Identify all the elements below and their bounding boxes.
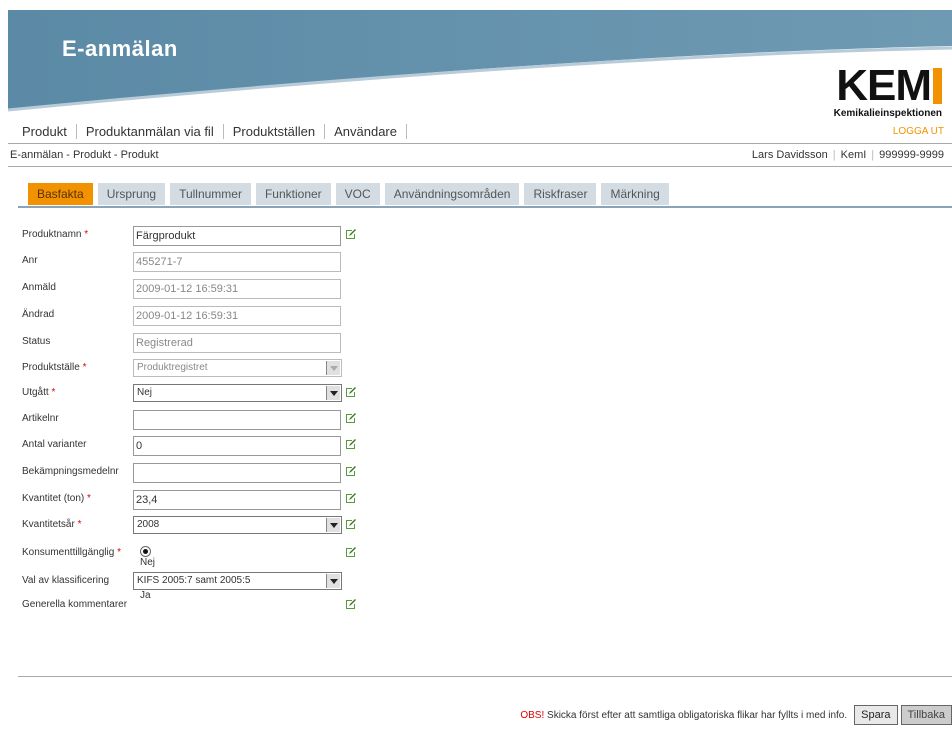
tab-basfakta[interactable]: Basfakta <box>28 183 93 205</box>
produktstalle-value: Produktregistret <box>137 362 208 373</box>
required-mark: * <box>117 547 121 558</box>
bekampningsmedelnr-input[interactable] <box>133 463 341 483</box>
nav-item-produktanmalan-via-fil[interactable]: Produktanmälan via fil <box>76 124 224 139</box>
required-mark: * <box>84 229 89 240</box>
header-banner <box>8 10 952 112</box>
kemi-logo: KEM Kemikalieinspektionen <box>834 64 942 119</box>
label-kvantitet: Kvantitet (ton) <box>22 493 85 504</box>
user-number: 999999-9999 <box>879 149 944 161</box>
logo-word: KEM <box>836 61 932 110</box>
user-org: KemI <box>840 149 867 161</box>
anmald-field: 2009-01-12 16:59:31 <box>133 279 341 299</box>
radio-ja-label: Ja <box>140 590 151 602</box>
klassificering-select[interactable]: KIFS 2005:7 samt 2005:5 <box>133 572 342 590</box>
main-nav: Produkt Produktanmälan via fil Produktstäl… <box>22 124 407 139</box>
logo-subtitle: Kemikalieinspektionen <box>833 108 942 119</box>
tab-underline <box>18 206 952 208</box>
edit-icon[interactable] <box>344 385 358 399</box>
label-utgatt: Utgått <box>22 387 49 398</box>
tab-tullnummer[interactable]: Tullnummer <box>170 183 251 205</box>
required-mark: * <box>87 493 91 504</box>
edit-icon[interactable] <box>344 597 358 611</box>
required-mark: * <box>77 519 82 530</box>
nav-item-produkt[interactable]: Produkt <box>22 124 77 139</box>
page-header: E-anmälan KEM Kemikalieinspektionen <box>8 10 952 120</box>
obs-label: OBS! <box>520 709 545 721</box>
tab-ursprung[interactable]: Ursprung <box>97 183 166 205</box>
save-button[interactable]: Spara <box>854 705 898 725</box>
antal-varianter-input[interactable]: 0 <box>133 436 341 456</box>
label-anr: Anr <box>22 255 38 266</box>
label-anmald: Anmäld <box>22 282 56 293</box>
kvantitet-input[interactable]: 23,4 <box>133 490 341 510</box>
edit-icon[interactable] <box>344 227 358 241</box>
tab-anvandningsomraden[interactable]: Användningsområden <box>384 183 520 205</box>
label-antal-varianter: Antal varianter <box>22 439 87 450</box>
label-kommentarer: Generella kommentarer <box>22 599 128 610</box>
edit-icon[interactable] <box>344 517 358 531</box>
logo-orange-bar <box>933 68 942 104</box>
tab-voc[interactable]: VOC <box>335 183 380 205</box>
produktstalle-select: Produktregistret <box>133 359 342 377</box>
klassificering-value: KIFS 2005:7 samt 2005:5 <box>137 575 251 586</box>
logout-link[interactable]: LOGGA UT <box>893 126 944 137</box>
andrad-field: 2009-01-12 16:59:31 <box>133 306 341 326</box>
utgatt-select[interactable]: Nej <box>133 384 342 402</box>
nav-item-produktstallen[interactable]: Produktställen <box>223 124 326 139</box>
chevron-down-icon[interactable] <box>326 386 340 400</box>
label-andrad: Ändrad <box>22 309 55 320</box>
radio-nej-label: Nej <box>140 557 156 569</box>
edit-icon[interactable] <box>344 437 358 451</box>
edit-icon[interactable] <box>344 411 358 425</box>
label-produktnamn: Produktnamn <box>22 229 82 240</box>
label-produktstalle: Produktställe <box>22 362 80 373</box>
anr-field: 455271-7 <box>133 252 341 272</box>
label-artikelnr: Artikelnr <box>22 413 59 424</box>
chevron-down-icon <box>326 361 340 375</box>
back-button[interactable]: Tillbaka <box>900 705 952 725</box>
label-bekampningsmedelnr: Bekämpningsmedelnr <box>22 466 119 477</box>
label-konsumenttillganglig: Konsumenttillgänglig <box>22 547 115 558</box>
label-status: Status <box>22 336 51 347</box>
utgatt-value: Nej <box>137 387 153 398</box>
label-klassificering: Val av klassificering <box>22 575 110 586</box>
radio-nej[interactable] <box>140 546 151 557</box>
tab-markning[interactable]: Märkning <box>601 183 669 205</box>
chevron-down-icon[interactable] <box>326 574 340 588</box>
produktnamn-input[interactable]: Färgprodukt <box>133 226 341 246</box>
tab-funktioner[interactable]: Funktioner <box>255 183 331 205</box>
kvantitetsar-select[interactable]: 2008 <box>133 516 342 534</box>
footer-bar: OBS! Skicka först efter att samtliga obl… <box>520 705 952 725</box>
status-field: Registrerad <box>133 333 341 353</box>
required-mark: * <box>51 387 56 398</box>
required-mark: * <box>82 362 87 373</box>
tab-bar: Basfakta Ursprung Tullnummer Funktioner … <box>28 183 674 205</box>
user-info: Lars Davidsson | KemI | 999999-9999 <box>751 149 944 161</box>
tab-riskfraser[interactable]: Riskfraser <box>524 183 597 205</box>
note-text: Skicka först efter att samtliga obligato… <box>544 709 848 721</box>
edit-icon[interactable] <box>344 545 358 559</box>
divider <box>8 143 952 144</box>
edit-icon[interactable] <box>344 464 358 478</box>
footer-divider <box>18 676 952 677</box>
artikelnr-input[interactable] <box>133 410 341 430</box>
submit-note: OBS! Skicka först efter att samtliga obl… <box>520 710 847 721</box>
kvantitetsar-value: 2008 <box>137 519 160 530</box>
label-kvantitetsar: Kvantitetsår <box>22 519 75 530</box>
user-name: Lars Davidsson <box>751 149 828 161</box>
edit-icon[interactable] <box>344 491 358 505</box>
nav-item-anvandare[interactable]: Användare <box>325 124 407 139</box>
chevron-down-icon[interactable] <box>326 518 340 532</box>
breadcrumb: E-anmälan - Produkt - Produkt <box>10 149 159 161</box>
divider <box>8 166 952 167</box>
app-title: E-anmälan <box>62 36 178 61</box>
